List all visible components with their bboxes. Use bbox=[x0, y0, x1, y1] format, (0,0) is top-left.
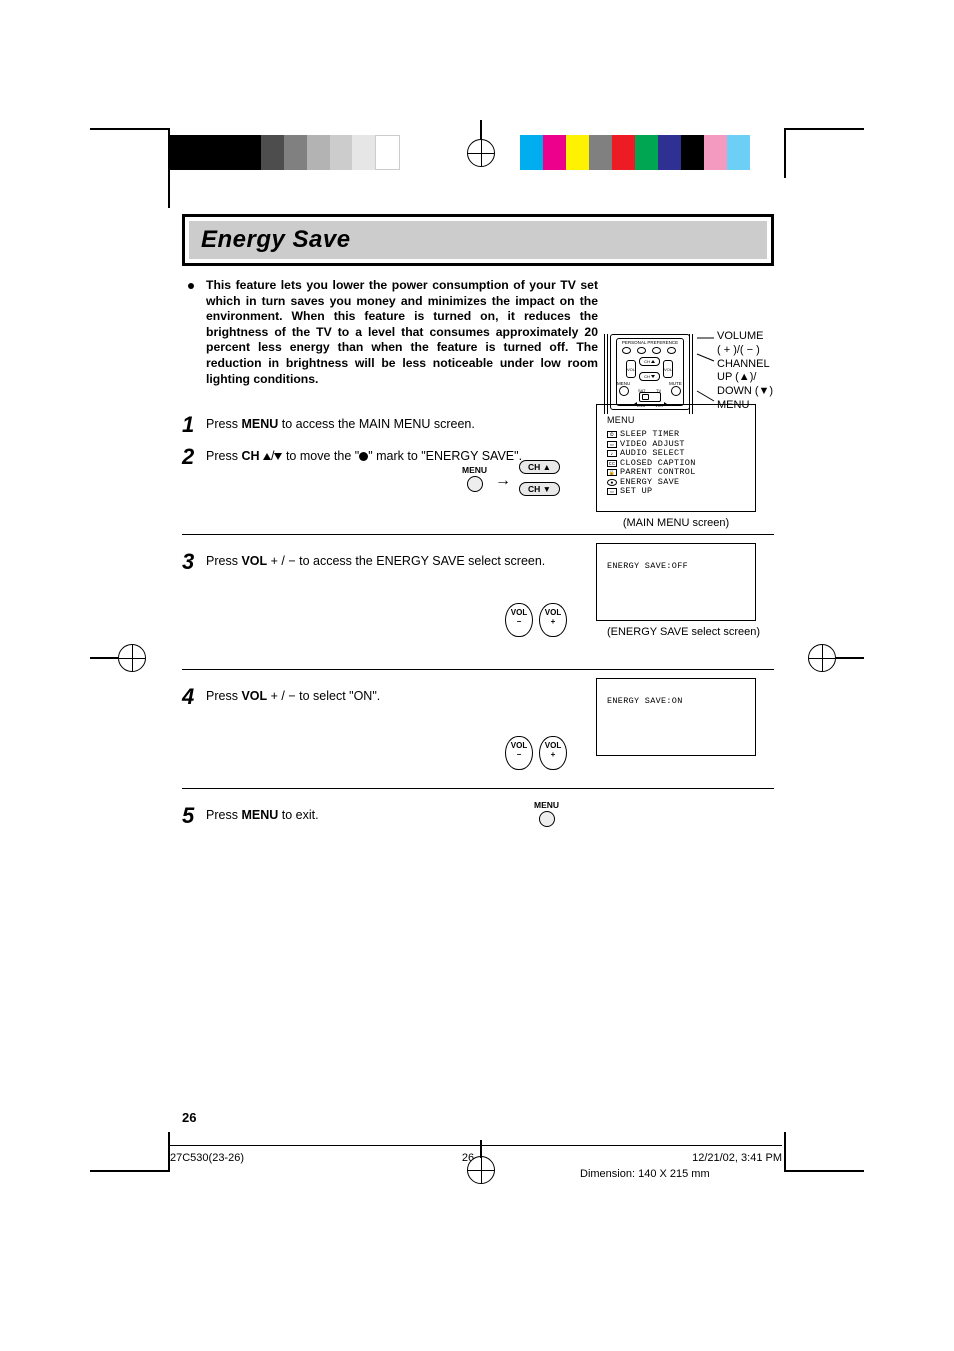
remote-vol-left: VOL bbox=[627, 367, 635, 372]
registration-tick-top bbox=[480, 120, 482, 140]
crop-mark-top-left bbox=[90, 128, 170, 178]
bullet-icon bbox=[188, 283, 194, 289]
step-number-2: 2 bbox=[182, 446, 206, 468]
step-4-buttons: VOL − VOL + bbox=[502, 736, 570, 770]
step-1-2-buttons: MENU → CH ▲ CH ▼ bbox=[462, 458, 560, 498]
remote-callout-labels: VOLUME ( + )/( − ) CHANNEL UP (▲)/ DOWN … bbox=[717, 330, 773, 413]
ch-up-button-icon: CH ▲ bbox=[519, 460, 560, 474]
tick-mid-right bbox=[836, 657, 864, 659]
step-3-buttons: VOL − VOL + bbox=[502, 603, 570, 637]
footer-dimension: Dimension: 140 X 215 mm bbox=[580, 1168, 710, 1180]
crop-mark-top-right bbox=[784, 128, 864, 178]
footer-datetime: 12/21/02, 3:41 PM bbox=[692, 1152, 782, 1164]
energy-save-on-osd: ENERGY SAVE:ON bbox=[596, 678, 756, 756]
tick-mid-left bbox=[90, 657, 118, 659]
page-number: 26 bbox=[182, 1110, 196, 1125]
step-number-4: 4 bbox=[182, 686, 206, 708]
registration-mark-top bbox=[467, 139, 495, 167]
remote-pref-label: PERSONAL PREFERENCE bbox=[620, 340, 680, 345]
main-menu-caption: (MAIN MENU screen) bbox=[596, 517, 756, 529]
vol-plus-button-icon: VOL + bbox=[539, 736, 567, 770]
main-menu-osd: MENU ⏲SLEEP TIMER ▭VIDEO ADJUST ♪AUDIO S… bbox=[596, 404, 756, 512]
step-number-5: 5 bbox=[182, 805, 206, 827]
registration-mark-bottom bbox=[467, 1156, 495, 1184]
footer-filename: 27C530(23-26) bbox=[170, 1152, 244, 1164]
remote-vol-right: VOL bbox=[664, 367, 672, 372]
section-title: Energy Save bbox=[185, 217, 771, 263]
menu-button-icon: MENU bbox=[534, 800, 559, 827]
energy-save-off-caption: (ENERGY SAVE select screen) bbox=[596, 626, 771, 638]
menu-button-icon: MENU bbox=[462, 465, 487, 492]
step-number-1: 1 bbox=[182, 414, 206, 436]
ch-down-button-icon: CH ▼ bbox=[519, 482, 560, 496]
footer-rule bbox=[170, 1145, 782, 1146]
crop-mark-bottom-left bbox=[90, 1132, 170, 1172]
vol-plus-button-icon: VOL + bbox=[539, 603, 567, 637]
remote-diagram: PERSONAL PREFERENCE CH CH VOL VOL MENU M… bbox=[610, 334, 695, 414]
color-bar-left bbox=[170, 135, 400, 170]
step-5-text: Press MENU to exit. bbox=[206, 805, 774, 827]
color-bar-right bbox=[520, 135, 750, 170]
registration-mark-mid-left bbox=[118, 644, 146, 672]
vol-minus-button-icon: VOL − bbox=[505, 603, 533, 637]
step-5-button: MENU bbox=[534, 796, 559, 827]
divider bbox=[182, 788, 774, 789]
step-number-3: 3 bbox=[182, 551, 206, 573]
callout-lines bbox=[692, 336, 718, 406]
divider bbox=[182, 669, 774, 670]
section-title-bar: Energy Save bbox=[182, 214, 774, 266]
energy-save-off-osd: ENERGY SAVE:OFF bbox=[596, 543, 756, 621]
registration-mark-mid-right bbox=[808, 644, 836, 672]
vol-minus-button-icon: VOL − bbox=[505, 736, 533, 770]
intro-text: This feature lets you lower the power co… bbox=[206, 278, 598, 387]
registration-tick-bottom bbox=[480, 1140, 482, 1158]
arrow-right-icon: → bbox=[495, 472, 511, 490]
crop-mark-bottom-right bbox=[784, 1132, 864, 1172]
divider bbox=[182, 534, 774, 535]
